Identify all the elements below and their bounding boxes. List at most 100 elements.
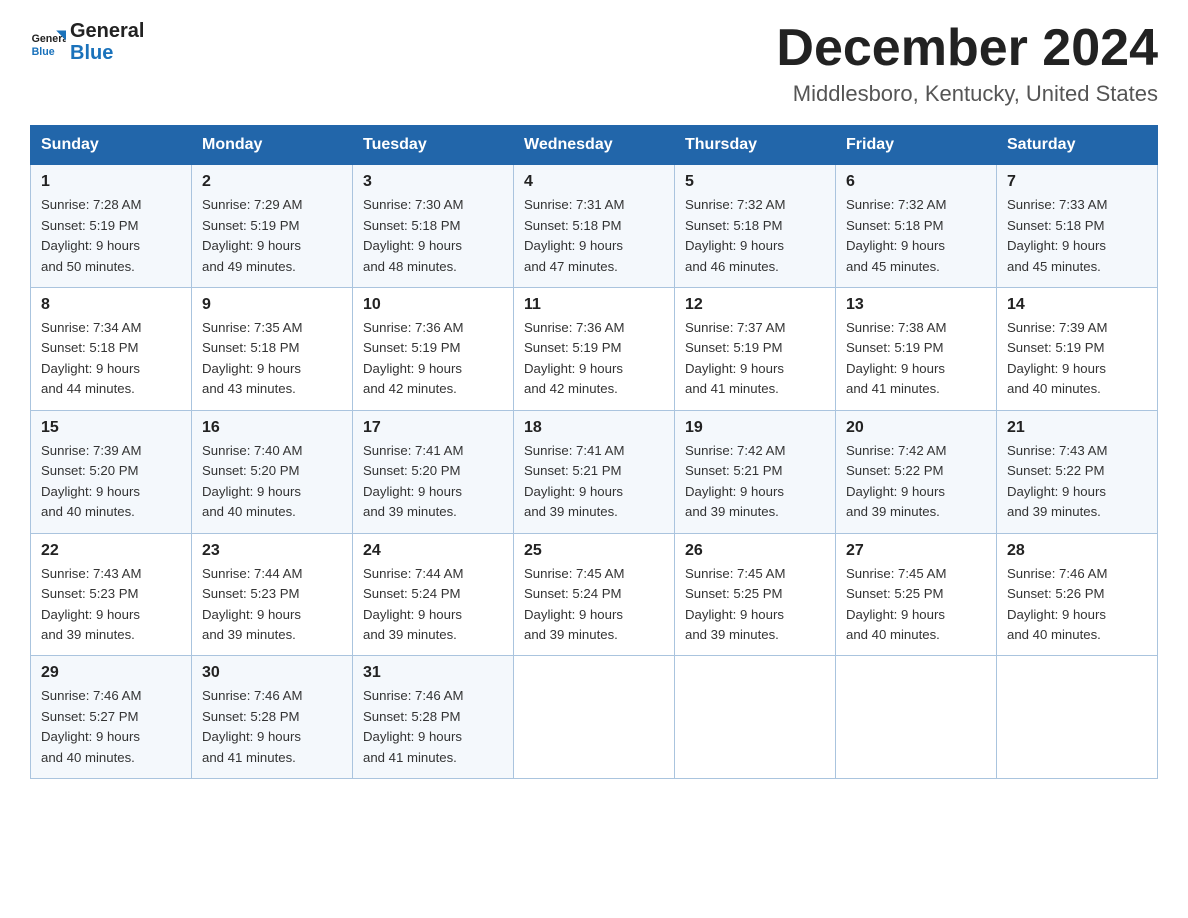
calendar-day-cell: 15 Sunrise: 7:39 AMSunset: 5:20 PMDayligh… [31,410,192,533]
day-info: Sunrise: 7:28 AMSunset: 5:19 PMDaylight:… [41,195,181,277]
day-number: 4 [524,173,664,191]
calendar-day-cell: 16 Sunrise: 7:40 AMSunset: 5:20 PMDayligh… [192,410,353,533]
day-info: Sunrise: 7:46 AMSunset: 5:27 PMDaylight:… [41,686,181,768]
weekday-header-saturday: Saturday [997,126,1158,165]
calendar-day-cell: 3 Sunrise: 7:30 AMSunset: 5:18 PMDaylight… [353,165,514,288]
day-number: 23 [202,542,342,560]
day-number: 17 [363,419,503,437]
day-info: Sunrise: 7:36 AMSunset: 5:19 PMDaylight:… [363,318,503,400]
day-number: 27 [846,542,986,560]
day-number: 3 [363,173,503,191]
calendar-day-cell: 26Sunrise: 7:45 AMSunset: 5:25 PMDayligh… [675,533,836,656]
day-number: 31 [363,664,503,682]
title-area: December 2024 Middlesboro, Kentucky, Uni… [776,20,1158,107]
weekday-header-tuesday: Tuesday [353,126,514,165]
calendar-day-cell: 4 Sunrise: 7:31 AMSunset: 5:18 PMDaylight… [514,165,675,288]
calendar-day-cell: 29 Sunrise: 7:46 AMSunset: 5:27 PMDayligh… [31,656,192,779]
day-number: 13 [846,296,986,314]
day-info: Sunrise: 7:43 AMSunset: 5:22 PMDaylight:… [1007,441,1147,523]
day-info: Sunrise: 7:32 AMSunset: 5:18 PMDaylight:… [685,195,825,277]
calendar-day-cell: 14Sunrise: 7:39 AMSunset: 5:19 PMDayligh… [997,288,1158,411]
calendar-day-cell: 2 Sunrise: 7:29 AMSunset: 5:19 PMDaylight… [192,165,353,288]
calendar-day-cell: 8 Sunrise: 7:34 AMSunset: 5:18 PMDaylight… [31,288,192,411]
day-info: Sunrise: 7:29 AMSunset: 5:19 PMDaylight:… [202,195,342,277]
day-info: Sunrise: 7:45 AMSunset: 5:25 PMDaylight:… [846,564,986,646]
day-number: 19 [685,419,825,437]
day-info: Sunrise: 7:45 AMSunset: 5:25 PMDaylight:… [685,564,825,646]
calendar-body: 1 Sunrise: 7:28 AMSunset: 5:19 PMDaylight… [31,165,1158,779]
day-info: Sunrise: 7:30 AMSunset: 5:18 PMDaylight:… [363,195,503,277]
day-info: Sunrise: 7:37 AMSunset: 5:19 PMDaylight:… [685,318,825,400]
weekday-header-wednesday: Wednesday [514,126,675,165]
day-info: Sunrise: 7:44 AMSunset: 5:23 PMDaylight:… [202,564,342,646]
day-info: Sunrise: 7:42 AMSunset: 5:22 PMDaylight:… [846,441,986,523]
calendar-day-cell: 24 Sunrise: 7:44 AMSunset: 5:24 PMDayligh… [353,533,514,656]
month-title: December 2024 [776,20,1158,77]
calendar-day-cell [514,656,675,779]
day-number: 11 [524,296,664,314]
day-number: 16 [202,419,342,437]
day-number: 10 [363,296,503,314]
day-number: 9 [202,296,342,314]
generalblue-logo-icon: General Blue [30,24,66,60]
day-info: Sunrise: 7:33 AMSunset: 5:18 PMDaylight:… [1007,195,1147,277]
day-info: Sunrise: 7:38 AMSunset: 5:19 PMDaylight:… [846,318,986,400]
day-number: 8 [41,296,181,314]
logo-general-text: General [70,20,144,42]
calendar-day-cell: 25Sunrise: 7:45 AMSunset: 5:24 PMDayligh… [514,533,675,656]
day-number: 1 [41,173,181,191]
calendar-day-cell: 1 Sunrise: 7:28 AMSunset: 5:19 PMDaylight… [31,165,192,288]
day-number: 25 [524,542,664,560]
calendar-week-row: 29 Sunrise: 7:46 AMSunset: 5:27 PMDayligh… [31,656,1158,779]
calendar-day-cell: 10 Sunrise: 7:36 AMSunset: 5:19 PMDayligh… [353,288,514,411]
day-info: Sunrise: 7:36 AMSunset: 5:19 PMDaylight:… [524,318,664,400]
day-number: 20 [846,419,986,437]
calendar-day-cell: 28 Sunrise: 7:46 AMSunset: 5:26 PMDayligh… [997,533,1158,656]
day-info: Sunrise: 7:34 AMSunset: 5:18 PMDaylight:… [41,318,181,400]
day-number: 15 [41,419,181,437]
calendar-day-cell [836,656,997,779]
calendar-day-cell: 19 Sunrise: 7:42 AMSunset: 5:21 PMDayligh… [675,410,836,533]
calendar-day-cell: 6 Sunrise: 7:32 AMSunset: 5:18 PMDaylight… [836,165,997,288]
day-number: 24 [363,542,503,560]
location-title: Middlesboro, Kentucky, United States [776,81,1158,107]
logo-blue-text: Blue [70,42,144,64]
calendar-table: SundayMondayTuesdayWednesdayThursdayFrid… [30,125,1158,779]
day-info: Sunrise: 7:46 AMSunset: 5:26 PMDaylight:… [1007,564,1147,646]
day-info: Sunrise: 7:42 AMSunset: 5:21 PMDaylight:… [685,441,825,523]
day-number: 12 [685,296,825,314]
calendar-day-cell: 17Sunrise: 7:41 AMSunset: 5:20 PMDayligh… [353,410,514,533]
day-number: 6 [846,173,986,191]
day-info: Sunrise: 7:39 AMSunset: 5:20 PMDaylight:… [41,441,181,523]
day-info: Sunrise: 7:43 AMSunset: 5:23 PMDaylight:… [41,564,181,646]
day-number: 28 [1007,542,1147,560]
weekday-header-sunday: Sunday [31,126,192,165]
day-info: Sunrise: 7:31 AMSunset: 5:18 PMDaylight:… [524,195,664,277]
day-info: Sunrise: 7:44 AMSunset: 5:24 PMDaylight:… [363,564,503,646]
calendar-day-cell: 11 Sunrise: 7:36 AMSunset: 5:19 PMDayligh… [514,288,675,411]
calendar-day-cell: 7 Sunrise: 7:33 AMSunset: 5:18 PMDaylight… [997,165,1158,288]
calendar-week-row: 1 Sunrise: 7:28 AMSunset: 5:19 PMDaylight… [31,165,1158,288]
day-number: 22 [41,542,181,560]
calendar-day-cell: 5Sunrise: 7:32 AMSunset: 5:18 PMDaylight… [675,165,836,288]
calendar-day-cell: 27 Sunrise: 7:45 AMSunset: 5:25 PMDayligh… [836,533,997,656]
calendar-day-cell: 12 Sunrise: 7:37 AMSunset: 5:19 PMDayligh… [675,288,836,411]
calendar-week-row: 15 Sunrise: 7:39 AMSunset: 5:20 PMDayligh… [31,410,1158,533]
calendar-day-cell: 20 Sunrise: 7:42 AMSunset: 5:22 PMDayligh… [836,410,997,533]
weekday-header-thursday: Thursday [675,126,836,165]
logo: General Blue General Blue [30,20,144,64]
day-info: Sunrise: 7:40 AMSunset: 5:20 PMDaylight:… [202,441,342,523]
day-info: Sunrise: 7:46 AMSunset: 5:28 PMDaylight:… [363,686,503,768]
calendar-day-cell: 13 Sunrise: 7:38 AMSunset: 5:19 PMDayligh… [836,288,997,411]
day-number: 7 [1007,173,1147,191]
calendar-day-cell: 18Sunrise: 7:41 AMSunset: 5:21 PMDayligh… [514,410,675,533]
weekday-header-monday: Monday [192,126,353,165]
day-number: 29 [41,664,181,682]
day-info: Sunrise: 7:32 AMSunset: 5:18 PMDaylight:… [846,195,986,277]
calendar-week-row: 22 Sunrise: 7:43 AMSunset: 5:23 PMDayligh… [31,533,1158,656]
weekday-header-friday: Friday [836,126,997,165]
calendar-day-cell: 30Sunrise: 7:46 AMSunset: 5:28 PMDayligh… [192,656,353,779]
day-number: 2 [202,173,342,191]
calendar-day-cell: 31 Sunrise: 7:46 AMSunset: 5:28 PMDayligh… [353,656,514,779]
day-info: Sunrise: 7:35 AMSunset: 5:18 PMDaylight:… [202,318,342,400]
